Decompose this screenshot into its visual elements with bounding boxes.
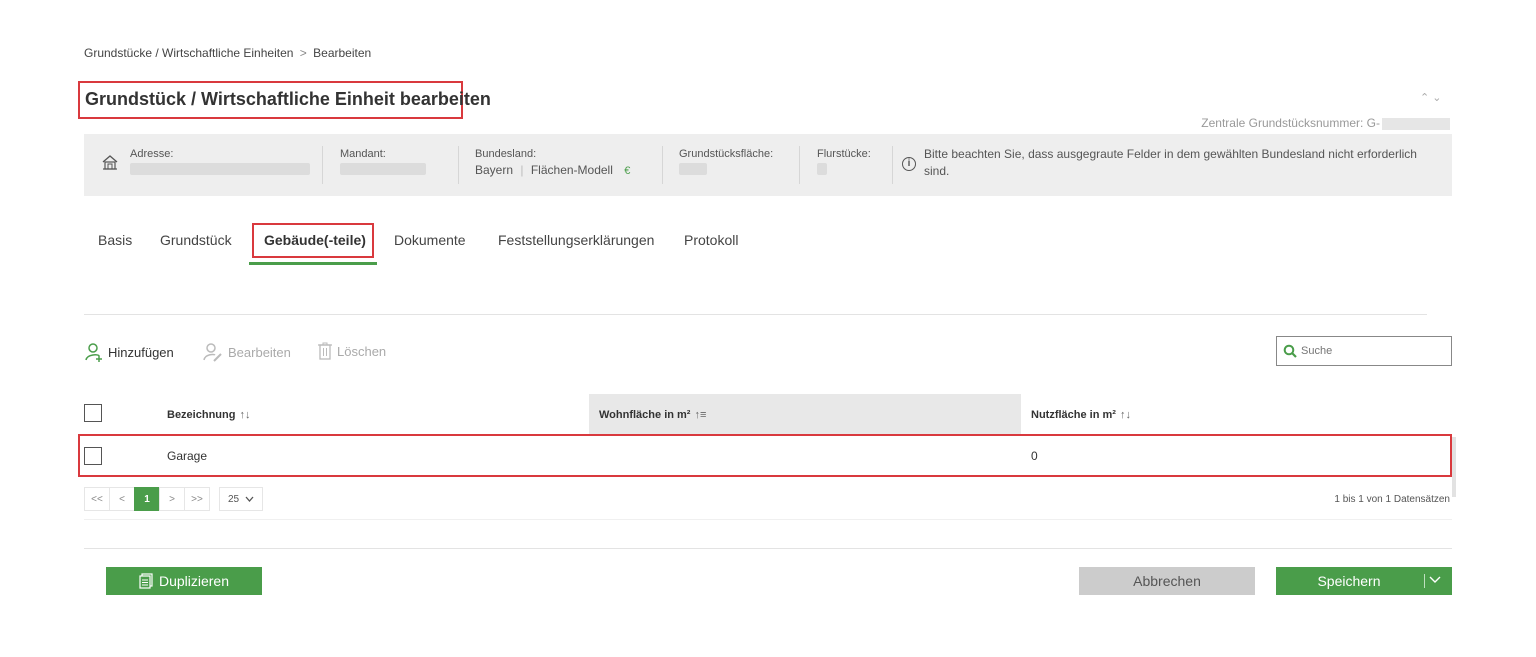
edit-button-label: Bearbeiten [228,344,291,360]
prev-page-button[interactable]: < [109,487,135,511]
next-page-button[interactable]: > [159,487,185,511]
chevron-up-icon[interactable]: ⌃ [1420,92,1432,104]
search-icon [1283,344,1297,358]
add-button-label: Hinzufügen [108,344,174,360]
delete-button-label: Löschen [337,343,387,359]
state-value: Bayern [475,163,514,177]
duplicate-button[interactable]: Duplizieren [106,567,262,595]
breadcrumb: Grundstücke / Wirtschaftliche Einheiten … [84,46,371,60]
copy-icon [139,573,153,589]
column-label: Nutzfläche in m² [1031,409,1116,421]
save-button-label: Speichern [1317,573,1381,589]
area-field: Grundstücksfläche: [679,148,773,178]
row-checkbox[interactable] [84,447,102,465]
edit-user-icon [203,343,222,362]
address-field: Adresse: [130,148,310,178]
sort-icon[interactable]: ↑↓ [1120,409,1131,421]
breadcrumb-parent-link[interactable]: Grundstücke / Wirtschaftliche Einheiten [84,46,293,60]
page-size-value: 25 [227,493,240,505]
collapse-toggle[interactable]: ⌃⌄ [1420,91,1444,104]
delete-button[interactable]: Löschen [317,342,386,360]
tab-grundstueck[interactable]: Grundstück [160,232,232,248]
page-title: Grundstück / Wirtschaftliche Einheit bea… [85,89,491,109]
state-label: Bundesland: [475,148,537,160]
divider [799,146,800,184]
column-label: Bezeichnung [167,409,236,421]
cell-bezeichnung: Garage [167,449,208,463]
save-button[interactable]: Speichern [1276,567,1452,595]
tab-basis[interactable]: Basis [98,232,132,248]
tab-feststellungserklaerungen[interactable]: Feststellungserklärungen [498,232,654,248]
search-box[interactable] [1276,336,1452,366]
area-label: Grundstücksfläche: [679,148,774,160]
add-button[interactable]: Hinzufügen [84,342,174,362]
tab-dokumente[interactable]: Dokumente [394,232,466,248]
last-page-button[interactable]: >> [184,487,210,511]
chevron-down-icon[interactable] [1428,573,1442,590]
table-scrollbar[interactable] [1452,437,1456,497]
trash-icon [318,342,332,360]
column-header-wohnflaeche[interactable]: Wohnfläche in m² ↑≡ [599,409,706,421]
column-label: Wohnfläche in m² [599,409,691,421]
pagination: << < 1 > >> 25 [84,487,263,511]
divider [662,146,663,184]
first-page-button[interactable]: << [84,487,110,511]
duplicate-button-label: Duplizieren [158,573,230,589]
chevron-down-icon [245,494,254,504]
divider [458,146,459,184]
current-page-button[interactable]: 1 [134,487,160,511]
euro-icon: € [624,165,631,177]
breadcrumb-current: Bearbeiten [313,46,372,60]
parcels-label: Flurstücke: [817,148,871,160]
central-number-label: Zentrale Grundstücksnummer: G- [1201,116,1380,130]
redacted-value [1382,117,1450,130]
chevron-down-icon[interactable]: ⌄ [1432,92,1444,104]
client-field: Mandant: [340,148,426,178]
cancel-button-label: Abbrechen [1133,573,1201,589]
edit-button[interactable]: Bearbeiten [202,342,291,362]
divider [892,146,893,184]
column-header-bezeichnung[interactable]: Bezeichnung ↑↓ [167,409,250,421]
search-input[interactable] [1301,345,1441,357]
address-label: Adresse: [130,148,174,160]
table-row-highlight-box [78,434,1452,477]
central-parcel-number: Zentrale Grundstücksnummer: G- [1201,116,1450,130]
state-field: Bundesland: Bayern | Flächen-Modell € [475,148,631,177]
sort-ascending-icon[interactable]: ↑≡ [694,409,706,421]
tab-gebaeude[interactable]: Gebäude(-teile) [264,232,366,248]
divider [322,146,323,184]
divider [84,314,1427,315]
area-value-redacted [679,163,707,175]
active-tab-indicator [249,262,377,265]
model-value: Flächen-Modell [530,163,613,177]
breadcrumb-separator: > [299,46,307,60]
property-info-bar: Adresse: Mandant: Bundesland: Bayern | F… [84,134,1452,196]
page-size-select[interactable]: 25 [219,487,263,511]
divider [84,548,1452,549]
client-label: Mandant: [340,148,386,160]
records-count: 1 bis 1 von 1 Datensätzen [1334,494,1450,505]
cancel-button[interactable]: Abbrechen [1079,567,1255,595]
client-value-redacted [340,163,426,175]
house-icon [102,154,118,175]
column-header-nutzflaeche[interactable]: Nutzfläche in m² ↑↓ [1031,409,1131,421]
split-divider [1424,574,1425,588]
info-icon: i [902,157,916,171]
add-user-icon [85,343,102,362]
tab-protokoll[interactable]: Protokoll [684,232,738,248]
select-all-checkbox[interactable] [84,404,102,422]
sort-icon[interactable]: ↑↓ [239,409,250,421]
address-value-redacted [130,163,310,175]
info-note: Bitte beachten Sie, dass ausgegraute Fel… [924,147,1417,178]
parcels-field: Flurstücke: [817,148,871,178]
parcels-value-redacted [817,163,827,175]
cell-nutzflaeche: 0 [1031,449,1038,463]
divider [84,519,1452,520]
